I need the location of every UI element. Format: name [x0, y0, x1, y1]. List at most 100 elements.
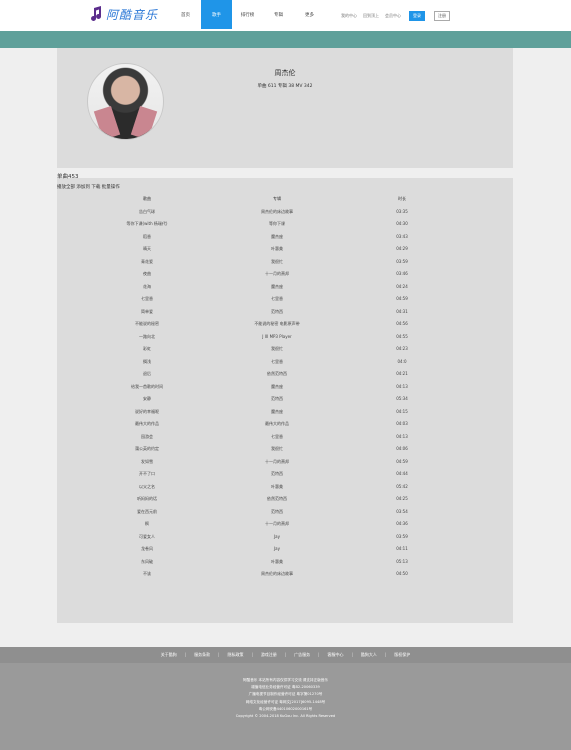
- table-row[interactable]: 退后 依然范特西 04:21: [57, 371, 513, 384]
- song-title[interactable]: 一路向北: [139, 334, 155, 340]
- table-row[interactable]: 发如雪 十一月的萧邦 04:59: [57, 459, 513, 472]
- table-row[interactable]: 简单爱 范特西 04:31: [57, 309, 513, 322]
- song-album[interactable]: 十一月的萧邦: [265, 521, 289, 527]
- table-row[interactable]: 告白气球 周杰伦的床边故事 03:35: [57, 209, 513, 222]
- song-album[interactable]: 范特西: [271, 396, 283, 402]
- table-row[interactable]: 彩虹 我很忙 04:23: [57, 346, 513, 359]
- table-row[interactable]: 一路向北 J III MP3 Player 04:55: [57, 334, 513, 347]
- song-album[interactable]: 叶惠美: [271, 246, 283, 252]
- song-title[interactable]: 枫: [145, 521, 149, 527]
- song-album[interactable]: J III MP3 Player: [262, 334, 291, 339]
- song-album[interactable]: Jay: [274, 546, 280, 551]
- table-row[interactable]: 以父之名 叶惠美 05:42: [57, 484, 513, 497]
- table-row[interactable]: 开不了口 范特西 04:44: [57, 471, 513, 484]
- song-title[interactable]: 不该: [143, 571, 151, 577]
- user-link-member[interactable]: 会员中心: [385, 13, 401, 19]
- register-button[interactable]: 注册: [434, 11, 450, 21]
- table-row[interactable]: 等你下课(with 杨瑞代) 等你下课 04:30: [57, 221, 513, 234]
- song-album[interactable]: 范特西: [271, 471, 283, 477]
- song-album[interactable]: 十一月的萧邦: [265, 271, 289, 277]
- footer-link[interactable]: 关于酷狗: [161, 652, 177, 658]
- table-row[interactable]: 爱在西元前 范特西 03:54: [57, 509, 513, 522]
- footer-link[interactable]: 隐私政策: [227, 652, 243, 658]
- footer-link[interactable]: 客服中心: [328, 652, 344, 658]
- song-album[interactable]: 范特西: [271, 309, 283, 315]
- table-row[interactable]: 七里香 七里香 04:59: [57, 296, 513, 309]
- nav-item-more[interactable]: 更多: [294, 0, 325, 29]
- song-album[interactable]: 魔杰座: [271, 284, 283, 290]
- user-link-my-center[interactable]: 我的中心: [341, 13, 357, 19]
- song-album[interactable]: 叶惠美: [271, 484, 283, 490]
- footer-link[interactable]: 游戏注册: [261, 652, 277, 658]
- song-title[interactable]: 最伟大的作品: [135, 421, 159, 427]
- song-title[interactable]: 青花瓷: [141, 259, 153, 265]
- song-title[interactable]: 夜曲: [143, 271, 151, 277]
- song-album[interactable]: 七里香: [271, 296, 283, 302]
- song-album[interactable]: 依然范特西: [267, 371, 287, 377]
- song-title[interactable]: 蒲公英的约定: [135, 446, 159, 452]
- song-album[interactable]: 依然范特西: [267, 496, 287, 502]
- song-title[interactable]: 给我一首歌的时间: [131, 384, 163, 390]
- song-actions[interactable]: 播放全部 添加到 下载 批量操作: [57, 184, 120, 190]
- song-album[interactable]: 范特西: [271, 509, 283, 515]
- song-album[interactable]: 周杰伦的床边故事: [261, 209, 293, 215]
- song-album[interactable]: 我很忙: [271, 259, 283, 265]
- song-title[interactable]: 晴天: [143, 246, 151, 252]
- song-album[interactable]: 十一月的萧邦: [265, 459, 289, 465]
- song-title[interactable]: 退后: [143, 371, 151, 377]
- song-title[interactable]: 爱在西元前: [137, 509, 157, 515]
- table-row[interactable]: 夜曲 十一月的萧邦 03:46: [57, 271, 513, 284]
- song-album[interactable]: 我很忙: [271, 346, 283, 352]
- song-album[interactable]: 等你下课: [269, 221, 285, 227]
- song-title[interactable]: 龙卷风: [141, 546, 153, 552]
- site-logo[interactable]: 阿酷音乐: [90, 4, 158, 24]
- song-title[interactable]: 开不了口: [139, 471, 155, 477]
- table-row[interactable]: 花海 魔杰座 04:24: [57, 284, 513, 297]
- song-title[interactable]: 不能说的秘密: [135, 321, 159, 327]
- table-row[interactable]: 晴天 叶惠美 04:29: [57, 246, 513, 259]
- footer-link[interactable]: 服务条款: [194, 652, 210, 658]
- footer-link[interactable]: 酷狗大人: [361, 652, 377, 658]
- footer-link[interactable]: 广告服务: [294, 652, 310, 658]
- song-title[interactable]: 可爱女人: [139, 534, 155, 540]
- song-title[interactable]: 发如雪: [141, 459, 153, 465]
- song-album[interactable]: 七里香: [271, 359, 283, 365]
- footer-link[interactable]: 版权保护: [394, 652, 410, 658]
- table-row[interactable]: 不能说的秘密 不能说的秘密 电影原声带 04:56: [57, 321, 513, 334]
- song-title[interactable]: 花海: [143, 284, 151, 290]
- table-row[interactable]: 枫 十一月的萧邦 04:36: [57, 521, 513, 534]
- table-row[interactable]: 最伟大的作品 最伟大的作品 04:03: [57, 421, 513, 434]
- table-row[interactable]: 可爱女人 Jay 03:59: [57, 534, 513, 547]
- song-album[interactable]: 周杰伦的床边故事: [261, 571, 293, 577]
- song-title[interactable]: 稻香: [143, 234, 151, 240]
- song-album[interactable]: 七里香: [271, 434, 283, 440]
- song-title[interactable]: 园游会: [141, 434, 153, 440]
- table-row[interactable]: 搁浅 七里香 04:0: [57, 359, 513, 372]
- table-row[interactable]: 稻香 魔杰座 03:43: [57, 234, 513, 247]
- nav-item-home[interactable]: 首页: [170, 0, 201, 29]
- song-title[interactable]: 彩虹: [143, 346, 151, 352]
- table-row[interactable]: 蒲公英的约定 我很忙 04:06: [57, 446, 513, 459]
- table-row[interactable]: 听妈妈的话 依然范特西 04:25: [57, 496, 513, 509]
- song-title[interactable]: 说好的幸福呢: [135, 409, 159, 415]
- song-album[interactable]: 不能说的秘密 电影原声带: [254, 321, 299, 327]
- nav-item-albums[interactable]: 专辑: [263, 0, 294, 29]
- song-album[interactable]: Jay: [274, 534, 280, 539]
- table-row[interactable]: 安静 范特西 05:34: [57, 396, 513, 409]
- song-album[interactable]: 魔杰座: [271, 234, 283, 240]
- nav-item-singers[interactable]: 歌手: [201, 0, 232, 29]
- table-row[interactable]: 园游会 七里香 04:13: [57, 434, 513, 447]
- song-title[interactable]: 安静: [143, 396, 151, 402]
- song-title[interactable]: 搁浅: [143, 359, 151, 365]
- song-album[interactable]: 我很忙: [271, 446, 283, 452]
- song-title[interactable]: 等你下课(with 杨瑞代): [127, 221, 168, 227]
- song-title[interactable]: 告白气球: [139, 209, 155, 215]
- table-row[interactable]: 东风破 叶惠美 05:13: [57, 559, 513, 572]
- table-row[interactable]: 说好的幸福呢 魔杰座 04:15: [57, 409, 513, 422]
- song-title[interactable]: 以父之名: [139, 484, 155, 490]
- table-row[interactable]: 龙卷风 Jay 04:11: [57, 546, 513, 559]
- table-row[interactable]: 给我一首歌的时间 魔杰座 04:13: [57, 384, 513, 397]
- nav-item-charts[interactable]: 排行榜: [232, 0, 263, 29]
- song-title[interactable]: 听妈妈的话: [137, 496, 157, 502]
- song-album[interactable]: 魔杰座: [271, 384, 283, 390]
